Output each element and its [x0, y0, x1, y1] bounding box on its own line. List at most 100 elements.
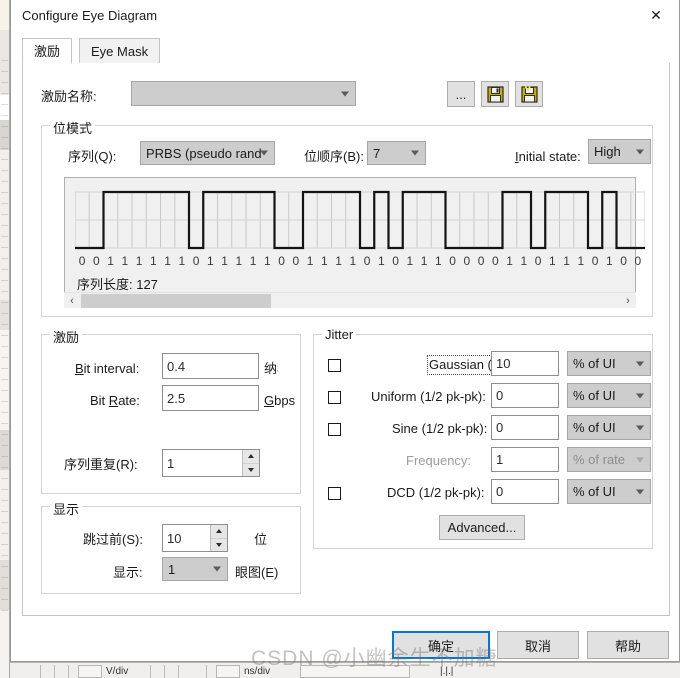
window-title: Configure Eye Diagram	[22, 8, 158, 23]
caret-up-icon	[248, 454, 254, 459]
jitter-gaussian-checkbox[interactable]	[328, 359, 341, 372]
advanced-button[interactable]: Advanced...	[439, 515, 525, 540]
skip-first-unit: 位	[254, 532, 268, 547]
sequence-repeat-label: 序列重复(R):	[64, 457, 138, 472]
stepper-up-button[interactable]	[211, 525, 227, 539]
skip-first-value[interactable]: 10	[163, 525, 210, 551]
waveform-hscrollbar[interactable]: ‹ ›	[64, 292, 636, 308]
jitter-dcd-input[interactable]: 0	[491, 479, 559, 504]
jitter-uniform-input[interactable]: 0	[491, 383, 559, 408]
jitter-uniform-unit-combo[interactable]: % of UI	[567, 383, 651, 408]
tab-stimulus[interactable]: 激励	[22, 38, 73, 64]
caret-down-icon	[248, 467, 254, 472]
stepper-down-button[interactable]	[243, 463, 259, 476]
scroll-right-icon[interactable]: ›	[620, 293, 636, 308]
bit-interval-label: Bit interval:	[75, 361, 140, 376]
jitter-group-title: Jitter	[322, 327, 357, 342]
chevron-down-icon	[636, 425, 644, 430]
jitter-frequency-input[interactable]: 1	[491, 447, 559, 472]
bit-rate-label: Bit Rate:	[90, 393, 140, 408]
jitter-uniform-unit: % of UI	[573, 388, 616, 403]
jitter-gaussian-input[interactable]: 10	[491, 351, 559, 376]
bit-value: 0	[78, 254, 86, 268]
browse-button[interactable]: ...	[447, 81, 475, 107]
skip-first-label: 跳过前(S):	[83, 532, 143, 547]
bit-value: 1	[164, 254, 171, 268]
bit-order-value: 7	[373, 145, 381, 161]
jitter-dcd-label: DCD (1/2 pk-pk):	[387, 485, 485, 500]
bit-pattern-group: 位模式 序列(Q): PRBS (pseudo rand 位顺序(B): 7 I…	[41, 118, 653, 317]
bit-order-combo[interactable]: 7	[367, 141, 426, 165]
initial-state-combo[interactable]: High	[588, 139, 651, 164]
floppy-disk-icon	[486, 85, 504, 103]
sequence-repeat-value[interactable]: 1	[163, 450, 242, 476]
jitter-dcd-unit-combo[interactable]: % of UI	[567, 479, 651, 504]
bit-value: 0	[292, 254, 300, 268]
scrollbar-thumb[interactable]	[81, 294, 271, 308]
chevron-down-icon	[636, 457, 644, 462]
stimulus-group: 激励 Bit interval: 0.4 纳秒 Bit Rate: 2.5 Gb…	[41, 327, 301, 494]
jitter-sine-checkbox[interactable]	[328, 423, 341, 436]
jitter-sine-unit-combo[interactable]: % of UI	[567, 415, 651, 440]
bit-rate-input[interactable]: 2.5	[162, 385, 259, 411]
bit-value: 0	[392, 254, 399, 268]
sequence-length-label: 序列长度: 127	[77, 277, 158, 292]
bit-value: 1	[150, 254, 157, 268]
jitter-frequency-unit-combo[interactable]: % of rate	[567, 447, 651, 472]
ok-button[interactable]: 确定	[392, 631, 490, 659]
jitter-sine-unit: % of UI	[573, 420, 616, 435]
jitter-sine-label: Sine (1/2 pk-pk):	[392, 421, 488, 436]
stimulus-name-combo[interactable]	[131, 81, 356, 106]
jitter-gaussian-unit-combo[interactable]: % of UI	[567, 351, 651, 376]
sequence-combo[interactable]: PRBS (pseudo rand	[140, 141, 275, 165]
waveform-graph	[75, 190, 645, 250]
tab-strip: 激励 Eye Mask	[22, 38, 670, 64]
bit-value: 0	[278, 254, 285, 268]
bit-value: 1	[264, 254, 271, 268]
configure-eye-diagram-dialog: Configure Eye Diagram ✕ 激励 Eye Mask 激励名称…	[10, 0, 680, 662]
help-button[interactable]: 帮助	[587, 631, 669, 659]
jitter-dcd-checkbox[interactable]	[328, 487, 341, 500]
bit-value: 0	[492, 254, 499, 268]
bit-value: 0	[620, 254, 627, 268]
bit-interval-unit: 纳秒	[264, 361, 278, 376]
bit-value: 1	[378, 254, 385, 268]
bit-value: 1	[321, 254, 328, 268]
bit-value: 1	[520, 254, 528, 268]
chevron-down-icon	[341, 91, 349, 96]
chevron-down-icon	[636, 489, 644, 494]
stepper-buttons[interactable]	[242, 450, 259, 476]
cancel-button[interactable]: 取消	[497, 631, 579, 659]
stepper-buttons[interactable]	[210, 525, 227, 551]
caret-up-icon	[216, 529, 222, 534]
show-label: 显示:	[113, 565, 143, 580]
save-button[interactable]	[481, 81, 509, 107]
stepper-up-button[interactable]	[243, 450, 259, 464]
jitter-sine-input[interactable]: 0	[491, 415, 559, 440]
skip-first-stepper[interactable]: 10	[162, 524, 228, 552]
bit-interval-input[interactable]: 0.4	[162, 353, 259, 379]
bit-value: 1	[135, 254, 143, 268]
save-as-button[interactable]	[515, 81, 543, 107]
jitter-frequency-unit: % of rate	[573, 452, 626, 467]
show-unit: 眼图(E)	[235, 565, 279, 580]
title-bar: Configure Eye Diagram ✕	[11, 0, 679, 32]
scroll-left-icon[interactable]: ‹	[64, 293, 80, 308]
bit-rate-unit: Gbps	[264, 393, 296, 408]
background-left-toolbar	[0, 0, 10, 678]
sequence-repeat-stepper[interactable]: 1	[162, 449, 260, 477]
stimulus-group-title: 激励	[50, 327, 83, 346]
tab-eye-mask[interactable]: Eye Mask	[79, 38, 161, 64]
jitter-group: Jitter Gaussian (s): 10 % of UI Uniform …	[313, 327, 653, 549]
stepper-down-button[interactable]	[211, 538, 227, 551]
floppy-disk-star-icon	[520, 85, 538, 103]
chevron-down-icon	[636, 361, 644, 366]
bit-value: 0	[363, 254, 371, 268]
bit-value: 1	[577, 254, 585, 268]
chevron-down-icon	[411, 150, 419, 156]
close-icon[interactable]: ✕	[633, 0, 679, 31]
show-combo[interactable]: 1	[162, 557, 228, 581]
tab-page-stimulus: 激励名称: ... 位模式 序列(Q): PRBS (pseudo rand 位…	[22, 63, 670, 616]
sequence-label: 序列(Q):	[68, 149, 117, 164]
jitter-uniform-checkbox[interactable]	[328, 391, 341, 404]
